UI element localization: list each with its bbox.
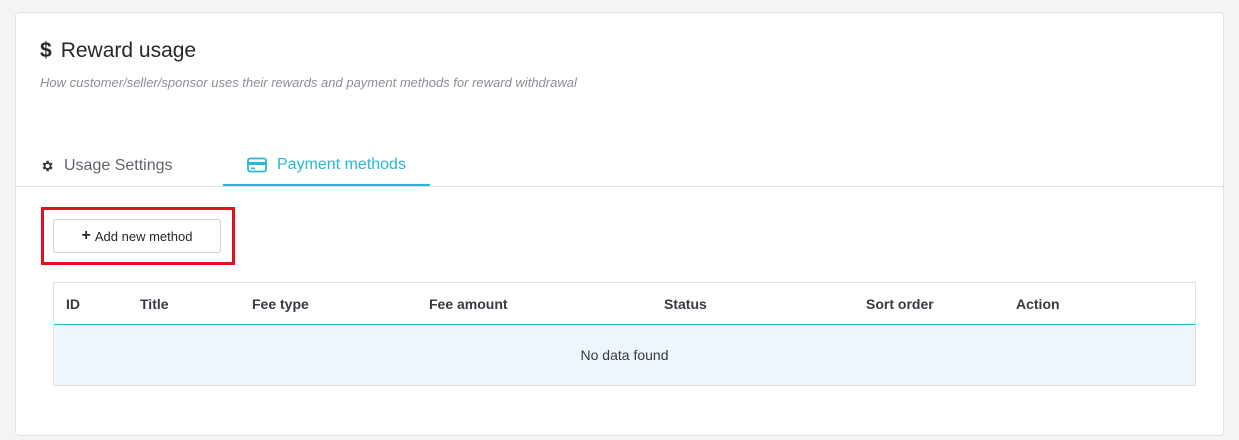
reward-usage-panel: $ Reward usage How customer/seller/spons… (15, 12, 1224, 436)
empty-message: No data found (580, 347, 669, 363)
table-empty-row: No data found (54, 325, 1195, 385)
tab-bar: Usage Settings Payment methods (16, 145, 1223, 187)
column-header-id[interactable]: ID (66, 283, 80, 325)
table-header: ID Title Fee type Fee amount Status Sort… (54, 283, 1195, 325)
tab-usage-settings-label: Usage Settings (64, 156, 173, 174)
tab-payment-methods-label: Payment methods (277, 155, 406, 173)
payment-methods-table: ID Title Fee type Fee amount Status Sort… (53, 282, 1196, 386)
column-header-status[interactable]: Status (664, 283, 707, 325)
dollar-icon: $ (40, 39, 52, 62)
page-subtitle: How customer/seller/sponsor uses their r… (40, 75, 577, 90)
tab-payment-methods[interactable]: Payment methods (223, 145, 430, 186)
column-header-fee-type[interactable]: Fee type (252, 283, 309, 325)
add-new-method-label: Add new method (94, 228, 193, 244)
column-header-fee-amount[interactable]: Fee amount (429, 283, 508, 325)
gear-icon (42, 160, 53, 171)
column-header-sort-order[interactable]: Sort order (866, 283, 934, 325)
plus-icon: + (81, 227, 91, 244)
panel-header: $ Reward usage How customer/seller/spons… (40, 39, 577, 90)
page-title-text: Reward usage (60, 39, 197, 62)
page-title: $ Reward usage (40, 39, 577, 63)
credit-card-icon (247, 157, 267, 172)
tab-usage-settings[interactable]: Usage Settings (40, 145, 173, 186)
add-new-method-button[interactable]: + Add new method (53, 219, 221, 253)
column-header-action[interactable]: Action (1016, 283, 1060, 325)
column-header-title[interactable]: Title (140, 283, 169, 325)
